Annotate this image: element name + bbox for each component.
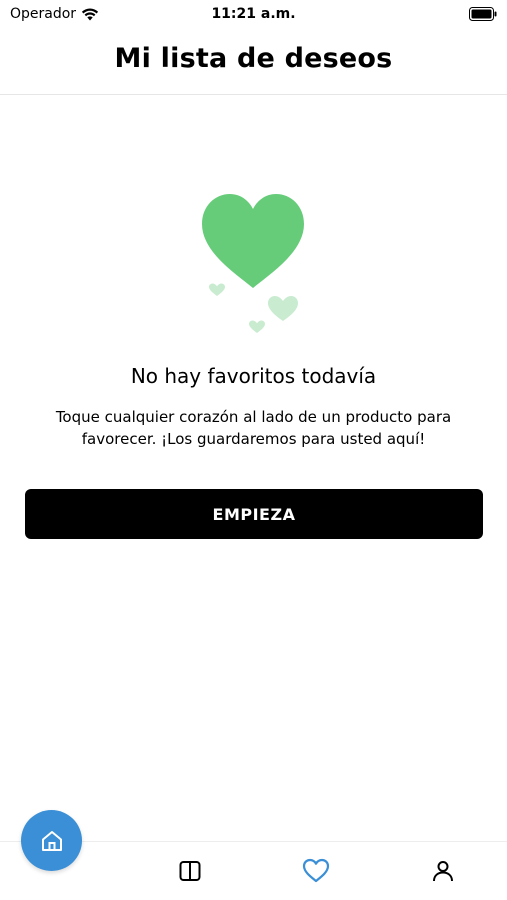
tab-catalog[interactable] [175,856,205,886]
heart-icon [302,858,330,883]
tab-wishlist[interactable] [301,856,331,886]
tab-account[interactable] [428,856,458,886]
large-heart-icon [202,194,304,288]
status-bar: Operador 11:21 a.m. [0,0,507,28]
page-title: Mi lista de deseos [114,43,393,74]
tab-home[interactable] [21,810,82,871]
home-icon [41,830,62,851]
battery-icon [469,7,497,21]
status-time: 11:21 a.m. [211,6,296,22]
start-button[interactable]: EMPIEZA [25,489,483,539]
user-icon [433,861,453,882]
empty-state-title: No hay favoritos todavía [130,364,377,388]
nav-header: Mi lista de deseos [0,28,507,95]
empty-state-description: Toque cualquier corazón al lado de un pr… [55,408,452,448]
catalog-icon [179,861,201,881]
hearts-illustration-icon [202,194,304,333]
small-heart-icon [268,296,298,321]
small-heart-icon [209,283,225,296]
small-heart-icon [249,320,265,333]
